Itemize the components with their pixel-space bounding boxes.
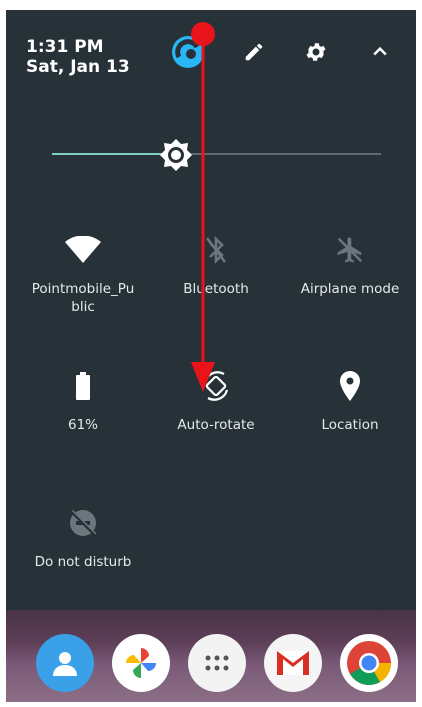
tile-do-not-disturb[interactable]: Do not disturb bbox=[15, 503, 151, 571]
tile-wifi[interactable]: Pointmobile_Pu blic bbox=[15, 230, 151, 316]
gmail-icon[interactable] bbox=[264, 634, 322, 692]
auto-rotate-icon bbox=[148, 366, 284, 406]
brightness-icon[interactable] bbox=[157, 136, 195, 174]
chrome-icon[interactable] bbox=[340, 634, 398, 692]
brightness-track[interactable] bbox=[176, 153, 381, 155]
clock-time: 1:31 PM bbox=[26, 37, 104, 57]
edit-icon[interactable] bbox=[234, 32, 274, 72]
app-drawer-icon[interactable] bbox=[188, 634, 246, 692]
tile-bluetooth[interactable]: Bluetooth bbox=[148, 230, 284, 298]
wifi-icon bbox=[15, 230, 151, 270]
photos-icon[interactable] bbox=[112, 634, 170, 692]
tile-label-auto-rotate: Auto-rotate bbox=[177, 417, 255, 433]
bluetooth-off-icon bbox=[148, 230, 284, 270]
tile-label-location: Location bbox=[321, 417, 379, 433]
tile-battery[interactable]: 61% bbox=[15, 366, 151, 434]
quick-settings-panel: 1:31 PM Sat, Jan 13 Pointmobile_Pu blic bbox=[6, 10, 416, 702]
tile-label-wifi: Pointmobile_Pu blic bbox=[31, 281, 135, 315]
tile-label-do-not-disturb: Do not disturb bbox=[34, 554, 132, 570]
tile-label-bluetooth: Bluetooth bbox=[183, 281, 249, 297]
account-icon[interactable] bbox=[168, 32, 208, 72]
contacts-icon[interactable] bbox=[36, 634, 94, 692]
tile-location[interactable]: Location bbox=[282, 366, 416, 434]
tile-label-airplane: Airplane mode bbox=[300, 281, 400, 297]
clock-date: Sat, Jan 13 bbox=[26, 57, 130, 77]
airplane-off-icon bbox=[282, 230, 416, 270]
tile-airplane[interactable]: Airplane mode bbox=[282, 230, 416, 298]
gear-icon[interactable] bbox=[296, 32, 336, 72]
location-icon bbox=[282, 366, 416, 406]
tile-auto-rotate[interactable]: Auto-rotate bbox=[148, 366, 284, 434]
chevron-up-icon[interactable] bbox=[360, 32, 400, 72]
tile-label-battery: 61% bbox=[67, 417, 98, 433]
dnd-off-icon bbox=[15, 503, 151, 543]
battery-icon bbox=[15, 366, 151, 406]
home-screen-background bbox=[6, 610, 416, 702]
